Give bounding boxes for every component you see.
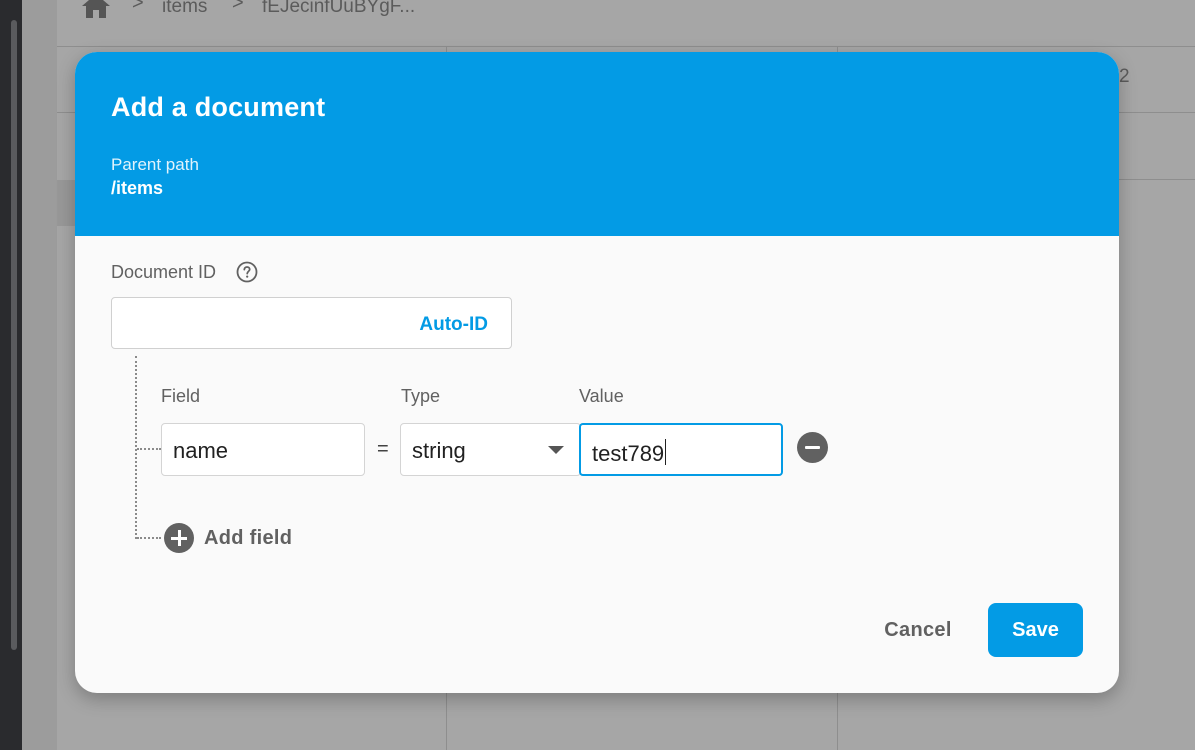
breadcrumb-separator: > xyxy=(232,0,244,14)
save-button[interactable]: Save xyxy=(988,603,1083,657)
equals-sign: = xyxy=(377,438,389,460)
add-document-dialog: Add a document Parent path /items Docume… xyxy=(75,52,1119,693)
field-value-text: test789 xyxy=(592,439,667,467)
left-rail xyxy=(0,0,22,750)
dialog-title: Add a document xyxy=(111,92,326,122)
breadcrumb-item-document[interactable]: fEJecinfUuBYgF... xyxy=(262,0,415,18)
type-column-label: Type xyxy=(401,386,441,406)
field-value-input[interactable]: test789 xyxy=(579,423,783,476)
tree-connector xyxy=(137,448,161,450)
breadcrumb-separator: > xyxy=(132,0,144,14)
help-circle-icon[interactable] xyxy=(235,260,259,284)
breadcrumb xyxy=(57,0,1195,47)
field-value: test789 xyxy=(592,441,665,466)
field-column-label: Field xyxy=(161,386,201,406)
field-type-value: string xyxy=(412,438,466,463)
chevron-down-icon xyxy=(548,446,564,454)
field-name-value: name xyxy=(173,438,229,463)
parent-path-label: Parent path xyxy=(111,155,199,174)
document-id-field[interactable]: Auto-ID xyxy=(111,297,512,349)
remove-field-icon[interactable] xyxy=(797,432,828,463)
tree-connector xyxy=(137,537,161,539)
text-cursor xyxy=(665,439,667,465)
left-rail-scrollbar[interactable] xyxy=(11,20,17,650)
parent-path-value: /items xyxy=(111,178,164,198)
add-circle-icon xyxy=(164,523,194,553)
cancel-button[interactable]: Cancel xyxy=(865,603,971,657)
add-field-label: Add field xyxy=(204,526,293,549)
value-column-label: Value xyxy=(579,386,624,406)
add-field-button[interactable]: Add field xyxy=(164,522,292,554)
document-id-input[interactable] xyxy=(122,308,406,340)
dialog-header: Add a document Parent path /items xyxy=(75,52,1119,236)
home-icon[interactable] xyxy=(81,0,111,18)
auto-id-button[interactable]: Auto-ID xyxy=(419,314,488,336)
background-text: 2 xyxy=(1119,66,1130,87)
document-id-label: Document ID xyxy=(111,262,217,282)
field-name-input[interactable]: name xyxy=(161,423,365,476)
field-type-select[interactable]: string xyxy=(400,423,581,476)
background-gutter xyxy=(22,0,57,750)
breadcrumb-item-items[interactable]: items xyxy=(162,0,207,18)
